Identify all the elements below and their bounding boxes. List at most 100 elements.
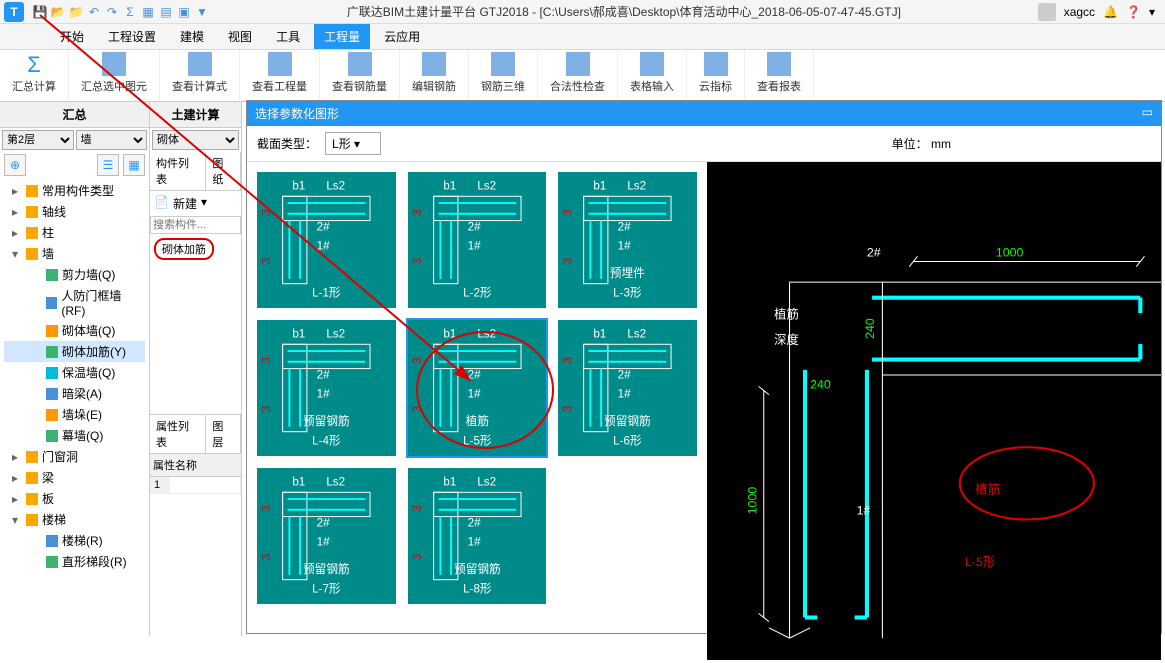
open-icon[interactable]: 📂 — [50, 4, 66, 20]
section-type-select[interactable]: L形 ▾ — [325, 132, 381, 155]
ribbon-view-report[interactable]: 查看报表 — [745, 50, 814, 101]
ribbon-validity[interactable]: 合法性检查 — [538, 50, 618, 101]
tree-node[interactable]: ▸梁 — [4, 467, 145, 488]
avatar[interactable] — [1038, 3, 1056, 21]
sub-select[interactable]: 砌体 — [152, 130, 239, 150]
tree-node[interactable]: 砌体墙(Q) — [4, 320, 145, 341]
save-icon[interactable]: 💾 — [32, 4, 48, 20]
chart-icon[interactable]: ▤ — [158, 4, 174, 20]
tree-node[interactable]: ▾楼梯 — [4, 509, 145, 530]
prop-cell[interactable] — [170, 477, 241, 493]
shape-thumb[interactable]: b1 Ls2 2# 1# 3 3 预留钢筋 L-7形 — [255, 466, 398, 606]
tree-node[interactable]: 暗梁(A) — [4, 383, 145, 404]
preview-pane[interactable]: 2# 1000 240 240 1000 1# 植筋 深度 植筋 — [707, 162, 1161, 660]
ribbon-summary-calc[interactable]: Σ汇总计算 — [0, 50, 69, 101]
tree-node[interactable]: 剪力墙(Q) — [4, 264, 145, 285]
svg-text:2#: 2# — [467, 220, 480, 233]
tree-node[interactable]: 墙垛(E) — [4, 404, 145, 425]
tab-layers[interactable]: 图层 — [206, 415, 241, 453]
tree-node[interactable]: ▾墙 — [4, 243, 145, 264]
tree-node[interactable]: 楼梯(R) — [4, 530, 145, 551]
expand-icon[interactable]: ⊕ — [4, 154, 26, 176]
masonry-rebar-button[interactable]: 砌体加筋 — [154, 238, 214, 260]
ribbon-view-formula[interactable]: 查看计算式 — [160, 50, 240, 101]
maximize-icon[interactable]: ▭ — [1142, 105, 1153, 122]
ribbon-view-rebar[interactable]: 查看钢筋量 — [320, 50, 400, 101]
svg-text:1000: 1000 — [746, 487, 760, 515]
ribbon-table-input[interactable]: 表格输入 — [618, 50, 687, 101]
menu-tools[interactable]: 工具 — [266, 24, 310, 49]
svg-text:Ls2: Ls2 — [326, 475, 345, 488]
list-view-icon[interactable]: ☰ — [97, 154, 119, 176]
folder-icon[interactable]: 📁 — [68, 4, 84, 20]
more-icon[interactable]: ▼ — [194, 4, 210, 20]
chevron-down-icon[interactable]: ▾ — [201, 195, 207, 212]
svg-text:1#: 1# — [467, 388, 480, 401]
menu-modeling[interactable]: 建模 — [170, 24, 214, 49]
grid-view-icon[interactable]: ▦ — [123, 154, 145, 176]
ribbon-view-quantity[interactable]: 查看工程量 — [240, 50, 320, 101]
tree-node[interactable]: 砌体加筋(Y) — [4, 341, 145, 362]
svg-text:L-3形: L-3形 — [613, 286, 642, 299]
new-button[interactable]: 新建 — [173, 195, 197, 212]
tab-properties[interactable]: 属性列表 — [150, 415, 206, 453]
svg-text:1#: 1# — [618, 240, 631, 253]
floor-select[interactable]: 第2层 — [2, 130, 74, 150]
dialog-title: 选择参数化图形 — [255, 105, 339, 122]
tree-node[interactable]: 幕墙(Q) — [4, 425, 145, 446]
new-icon[interactable]: 📄 — [154, 195, 169, 212]
dropdown-icon[interactable]: ▾ — [1149, 5, 1155, 19]
formula-icon[interactable]: Σ — [122, 4, 138, 20]
ribbon-cloud-index[interactable]: 云指标 — [687, 50, 745, 101]
menu-quantity[interactable]: 工程量 — [314, 24, 370, 49]
username: xagcc — [1064, 5, 1095, 19]
print-icon[interactable]: ▣ — [176, 4, 192, 20]
grid-icon[interactable]: ▦ — [140, 4, 156, 20]
redo-icon[interactable]: ↷ — [104, 4, 120, 20]
prop-header: 属性名称 — [150, 454, 241, 477]
shape-thumb[interactable]: b1 Ls2 2# 1# 3 3 L-1形 — [255, 170, 398, 310]
ribbon-summary-selected[interactable]: 汇总选中图元 — [69, 50, 160, 101]
prop-row-num: 1 — [150, 477, 170, 493]
menu-bar: 开始 工程设置 建模 视图 工具 工程量 云应用 — [0, 24, 1165, 50]
tree-node[interactable]: ▸常用构件类型 — [4, 180, 145, 201]
svg-text:Ls2: Ls2 — [326, 179, 345, 192]
tree-node[interactable]: ▸门窗洞 — [4, 446, 145, 467]
help-icon[interactable]: ❓ — [1126, 5, 1141, 19]
bell-icon[interactable]: 🔔 — [1103, 5, 1118, 19]
menu-start[interactable]: 开始 — [50, 24, 94, 49]
undo-icon[interactable]: ↶ — [86, 4, 102, 20]
tree-node[interactable]: 人防门框墙(RF) — [4, 285, 145, 320]
tab-drawing[interactable]: 图纸 — [206, 152, 241, 190]
tab-component-list[interactable]: 构件列表 — [150, 152, 206, 190]
ribbon-rebar-3d[interactable]: 钢筋三维 — [469, 50, 538, 101]
shape-thumb[interactable]: b1 Ls2 2# 1# 3 3 预留钢筋 L-8形 — [406, 466, 549, 606]
tree-node[interactable]: 保温墙(Q) — [4, 362, 145, 383]
svg-text:L-2形: L-2形 — [463, 286, 492, 299]
category-select[interactable]: 墙 — [76, 130, 148, 150]
svg-text:3: 3 — [260, 505, 273, 511]
svg-text:3: 3 — [411, 357, 424, 363]
dialog-titlebar[interactable]: 选择参数化图形 ▭ — [247, 101, 1161, 126]
shape-thumb[interactable]: b1 Ls2 2# 1# 3 3 植筋 L-5形 — [406, 318, 549, 458]
menu-project-settings[interactable]: 工程设置 — [98, 24, 166, 49]
title-bar: T 💾 📂 📁 ↶ ↷ Σ ▦ ▤ ▣ ▼ 广联达BIM土建计量平台 GTJ20… — [0, 0, 1165, 24]
ribbon-edit-rebar[interactable]: 编辑钢筋 — [400, 50, 469, 101]
section-type-label: 截面类型： — [257, 135, 317, 152]
svg-text:1000: 1000 — [996, 245, 1024, 259]
thumbnail-grid: b1 Ls2 2# 1# 3 3 L-1形 b1 Ls2 2# 1# 3 3 L… — [247, 162, 707, 660]
menu-cloud[interactable]: 云应用 — [374, 24, 430, 49]
shape-thumb[interactable]: b1 Ls2 2# 1# 3 3 预埋件 L-3形 — [556, 170, 699, 310]
tree-node[interactable]: ▸轴线 — [4, 201, 145, 222]
tree-node[interactable]: ▸板 — [4, 488, 145, 509]
tree-node[interactable]: 直形梯段(R) — [4, 551, 145, 572]
shape-thumb[interactable]: b1 Ls2 2# 1# 3 3 L-2形 — [406, 170, 549, 310]
shape-thumb[interactable]: b1 Ls2 2# 1# 3 3 预留钢筋 L-6形 — [556, 318, 699, 458]
svg-text:1#: 1# — [317, 536, 330, 549]
svg-text:1#: 1# — [317, 388, 330, 401]
menu-view[interactable]: 视图 — [218, 24, 262, 49]
tree-node[interactable]: ▸柱 — [4, 222, 145, 243]
svg-text:2#: 2# — [317, 220, 330, 233]
search-input[interactable] — [150, 216, 241, 234]
shape-thumb[interactable]: b1 Ls2 2# 1# 3 3 预留钢筋 L-4形 — [255, 318, 398, 458]
